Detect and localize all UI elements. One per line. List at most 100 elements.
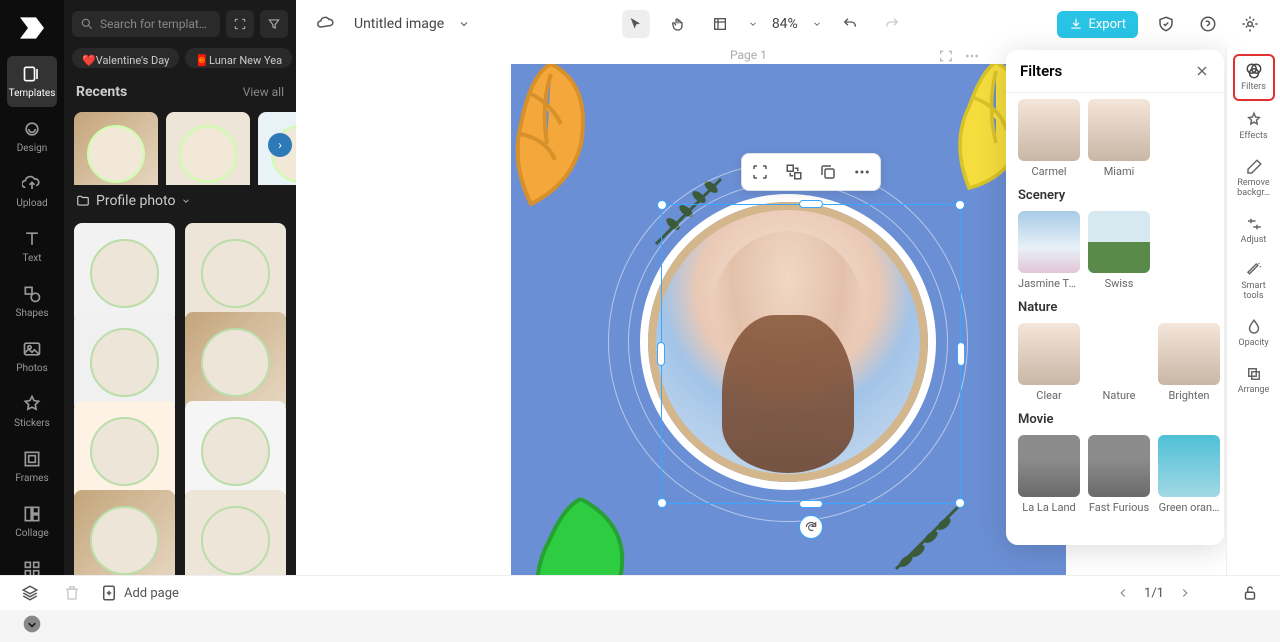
settings-icon[interactable] [1236, 10, 1264, 38]
layers-icon[interactable] [16, 579, 44, 607]
template-thumb[interactable] [185, 401, 286, 502]
resize-handle[interactable] [657, 200, 667, 210]
template-thumb[interactable] [185, 223, 286, 324]
search-input[interactable]: Search for templat… [72, 11, 220, 37]
rail-frames-label: Frames [15, 473, 48, 484]
scan-icon[interactable] [226, 10, 254, 38]
rr-opacity[interactable]: Opacity [1233, 312, 1275, 355]
help-icon[interactable] [1194, 10, 1222, 38]
rail-shapes-label: Shapes [16, 308, 49, 319]
filter-fastfurious[interactable] [1088, 435, 1150, 497]
replace-icon[interactable] [782, 160, 806, 184]
recent-thumb[interactable] [74, 112, 158, 185]
section-movie: Movie [1018, 412, 1212, 427]
chevron-down-icon[interactable] [748, 19, 758, 29]
template-thumb[interactable] [74, 312, 175, 413]
eraser-icon [1245, 158, 1263, 176]
undo-button[interactable] [836, 10, 864, 38]
effects-icon [1245, 111, 1263, 129]
resize-handle[interactable] [955, 498, 965, 508]
filter-swiss[interactable] [1088, 211, 1150, 273]
rr-effects[interactable]: Effects [1233, 105, 1275, 148]
recent-thumb[interactable] [166, 112, 250, 185]
template-thumb[interactable] [185, 312, 286, 413]
rail-design-label: Design [17, 143, 48, 154]
filter-carmel[interactable] [1018, 99, 1080, 161]
rail-collage[interactable]: Collage [7, 496, 57, 547]
filter-miami[interactable] [1088, 99, 1150, 161]
template-thumb[interactable] [185, 490, 286, 575]
view-all-link[interactable]: View all [243, 85, 284, 99]
template-thumb[interactable] [74, 401, 175, 502]
rail-upload[interactable]: Upload [7, 166, 57, 217]
next-page-icon[interactable] [1178, 586, 1192, 600]
shield-icon[interactable] [1152, 10, 1180, 38]
rr-smart[interactable]: Smart tools [1233, 255, 1275, 308]
rotate-handle[interactable] [799, 515, 823, 539]
rail-photos[interactable]: Photos [7, 331, 57, 382]
filter-lalaland[interactable] [1018, 435, 1080, 497]
prev-page-icon[interactable] [1116, 586, 1130, 600]
rr-filters[interactable]: Filters [1233, 54, 1275, 101]
rail-templates[interactable]: Templates [7, 56, 57, 107]
zoom-level[interactable]: 84% [772, 16, 798, 32]
scroll-right-icon[interactable]: › [268, 133, 292, 157]
filter-icon[interactable] [260, 10, 288, 38]
rail-expand[interactable] [7, 606, 57, 642]
filter-greenorange[interactable] [1158, 435, 1220, 497]
rail-design[interactable]: Design [7, 111, 57, 162]
resize-handle[interactable] [657, 498, 667, 508]
more-icon[interactable] [964, 48, 980, 64]
lock-icon[interactable] [1236, 579, 1264, 607]
resize-handle[interactable] [955, 200, 965, 210]
rail-text[interactable]: Text [7, 221, 57, 272]
rail-shapes[interactable]: Shapes [7, 276, 57, 327]
sliders-icon [1245, 215, 1263, 233]
rail-frames[interactable]: Frames [7, 441, 57, 492]
profile-folder[interactable]: Profile photo [64, 185, 296, 217]
cloud-icon[interactable] [312, 10, 340, 38]
select-tool[interactable] [622, 10, 650, 38]
trash-icon[interactable] [58, 579, 86, 607]
add-page-button[interactable]: Add page [100, 579, 179, 607]
app-logo[interactable] [16, 12, 48, 44]
resize-handle[interactable] [657, 342, 665, 366]
page-canvas[interactable] [511, 64, 1066, 575]
page-counter: 1/1 [1144, 586, 1164, 601]
resize-handle[interactable] [957, 342, 965, 366]
selection-box[interactable] [661, 204, 961, 504]
copy-icon[interactable] [816, 160, 840, 184]
tag-valentines[interactable]: ❤️Valentine's Day [72, 48, 179, 68]
more-icon[interactable] [850, 160, 874, 184]
template-thumb[interactable] [74, 490, 175, 575]
chevron-down-icon[interactable] [812, 19, 822, 29]
resize-tool[interactable] [706, 10, 734, 38]
redo-button[interactable] [878, 10, 906, 38]
wand-icon [1245, 261, 1263, 279]
chevron-down-icon[interactable] [458, 18, 470, 30]
filter-jasmine[interactable] [1018, 211, 1080, 273]
close-icon[interactable] [1194, 63, 1210, 79]
filter-clear[interactable] [1018, 323, 1080, 385]
tag-lunar[interactable]: 🧧Lunar New Yea [185, 48, 292, 68]
leaf-decoration [511, 469, 681, 575]
resize-handle[interactable] [799, 200, 823, 208]
droplet-icon [1245, 318, 1263, 336]
resize-handle[interactable] [799, 500, 823, 508]
filters-panel: Filters Carmel Miami Scenery Jasmine Tea… [1006, 50, 1224, 545]
template-thumb[interactable] [74, 223, 175, 324]
recents-heading: Recents [76, 84, 127, 100]
hand-tool[interactable] [664, 10, 692, 38]
filters-title: Filters [1020, 62, 1062, 80]
rr-adjust[interactable]: Adjust [1233, 209, 1275, 252]
crop-icon[interactable] [748, 160, 772, 184]
export-button[interactable]: Export [1057, 11, 1138, 38]
rail-stickers[interactable]: Stickers [7, 386, 57, 437]
rr-remove-bg[interactable]: Remove backgr… [1233, 152, 1275, 205]
fullscreen-icon[interactable] [938, 48, 954, 64]
filter-label: Green oran… [1159, 501, 1220, 514]
rr-arrange[interactable]: Arrange [1233, 359, 1275, 402]
canvas-wrap: Untitled image 84% Export Page 1 [296, 0, 1280, 575]
filter-brighten[interactable] [1158, 323, 1220, 385]
doc-title[interactable]: Untitled image [354, 16, 444, 32]
